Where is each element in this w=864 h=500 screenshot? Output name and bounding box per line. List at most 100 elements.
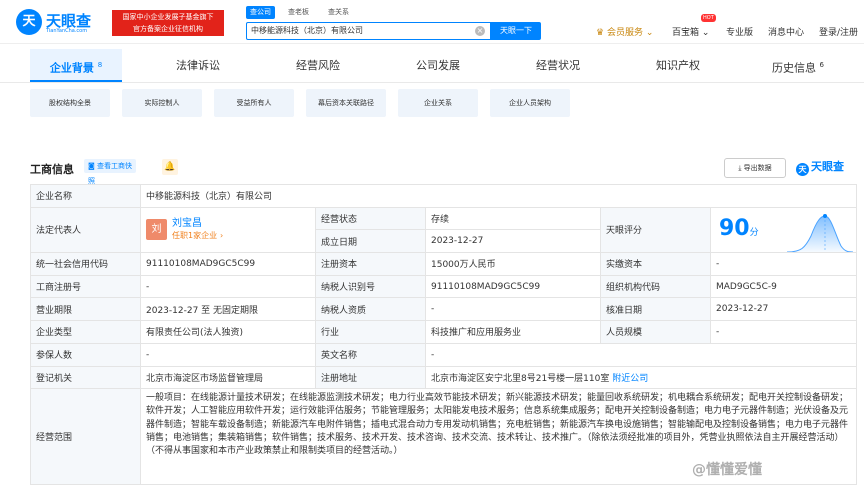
value-authority: 北京市海淀区市场监督管理局 [140, 365, 316, 390]
tab-risk[interactable]: 经营风险 [272, 49, 364, 82]
tab-label: 法律诉讼 [176, 59, 220, 72]
score-unit: 分 [749, 227, 759, 238]
crown-icon: ♛ [596, 28, 605, 38]
section-title: 工商信息 [30, 163, 74, 176]
value-staff-size: - [709, 320, 858, 344]
business-info-table: 企业名称 中移能源科技（北京）有限公司 法定代表人 刘刘宝昌任职1家企业 › 经… [30, 184, 858, 486]
clear-icon[interactable]: × [475, 26, 485, 36]
label-en-name: 英文名称 [315, 342, 426, 367]
search-tab-boss[interactable]: 查老板 [288, 6, 309, 19]
site-logo[interactable]: 天 天眼查 TianYanCha.com [16, 9, 106, 35]
table-row: 登记机关 北京市海淀区市场监督管理局 注册地址 北京市海淀区安宁北里8号21号楼… [30, 365, 858, 390]
sub-button-beneficiary[interactable]: 受益所有人 [214, 89, 294, 117]
tab-count: 6 [819, 61, 824, 69]
tab-history[interactable]: 历史信息 6 [752, 49, 844, 82]
value-insured: - [140, 342, 316, 367]
value-term: 2023-12-27 至 无固定期限 [140, 297, 316, 322]
pro-version-link[interactable]: 专业版 [726, 25, 753, 38]
tab-label: 知识产权 [656, 59, 700, 72]
tab-label: 企业背景 [49, 61, 94, 75]
vip-service-link[interactable]: ♛ 会员服务 ⌄ [596, 25, 653, 38]
value-est-date: 2023-12-27 [425, 229, 601, 254]
tab-development[interactable]: 公司发展 [392, 49, 484, 82]
logo-subtext: TianYanCha.com [46, 28, 88, 34]
tab-label: 经营风险 [296, 59, 340, 72]
label-staff-size: 人员规模 [600, 320, 711, 344]
download-icon: ⤓ [738, 164, 742, 172]
label-taxpayer: 纳税人资质 [315, 297, 426, 322]
view-snapshot-button[interactable]: ◙ 查看工商快 [84, 159, 137, 173]
value-paid-capital: - [709, 252, 858, 276]
sub-button-staff-structure[interactable]: 企业人员架构 [490, 89, 570, 117]
score-distribution-chart [787, 213, 853, 252]
login-register-link[interactable]: 登录/注册 [819, 25, 858, 38]
value-approve-date: 2023-12-27 [709, 297, 858, 322]
label-address: 注册地址 [315, 365, 426, 390]
brand-logo: 天天眼查 [796, 158, 844, 176]
label-credit-code: 统一社会信用代码 [30, 252, 141, 276]
sub-button-company-relations[interactable]: 企业关系 [398, 89, 478, 117]
label-score: 天眼评分 [600, 206, 711, 254]
promo-banner[interactable]: 国家中小企业发展子基金旗下 官方备案企业征信机构 [112, 10, 224, 36]
search-tab-company[interactable]: 查公司 [246, 6, 275, 19]
top-header: 天 天眼查 TianYanCha.com 国家中小企业发展子基金旗下 官方备案企… [0, 0, 864, 44]
search-input-value: 中移能源科技（北京）有限公司 [251, 26, 363, 35]
promo-line-1: 国家中小企业发展子基金旗下 [122, 13, 214, 21]
camera-icon: ◙ [88, 162, 95, 170]
score-number: 90 [719, 215, 750, 241]
toolbox-label: 百宝箱 [672, 28, 700, 38]
tab-count: 8 [97, 61, 103, 69]
search-tab-relation[interactable]: 查关系 [328, 6, 349, 19]
label-industry: 行业 [315, 320, 426, 344]
tab-ip[interactable]: 知识产权 [632, 49, 724, 82]
tab-operations[interactable]: 经营状况 [512, 49, 604, 82]
table-row: 企业类型 有限责任公司(法人独资) 行业 科技推广和应用服务业 人员规模 - [30, 320, 858, 344]
logo-eye-icon: 天 [16, 9, 42, 35]
main-tabs: 企业背景 8 法律诉讼 经营风险 公司发展 经营状况 知识产权 历史信息 6 [0, 49, 864, 83]
promo-line-2: 官方备案企业征信机构 [133, 25, 203, 33]
value-tax-id: 91110108MAD9GC5C99 [425, 274, 601, 299]
table-row: 工商注册号 - 纳税人识别号 91110108MAD9GC5C99 组织机构代码… [30, 274, 858, 299]
nearby-companies-link[interactable]: 附近公司 [612, 374, 648, 384]
value-reg-no: - [140, 274, 316, 299]
logo-eye-icon: 天 [796, 163, 809, 176]
label-legal-rep: 法定代表人 [30, 206, 141, 254]
search-button[interactable]: 天眼一下 [491, 22, 541, 40]
sub-button-equity-structure[interactable]: 股权结构全景 [30, 89, 110, 117]
sub-button-capital-path[interactable]: 幕后资本关联路径 [306, 89, 386, 117]
tab-label: 经营状况 [536, 59, 580, 72]
tab-label: 历史信息 [772, 61, 817, 75]
value-en-name: - [424, 342, 858, 367]
label-authority: 登记机关 [30, 365, 141, 390]
tab-company-background[interactable]: 企业背景 8 [30, 49, 122, 82]
label-status: 经营状态 [315, 206, 426, 231]
tab-legal[interactable]: 法律诉讼 [152, 49, 244, 82]
value-address: 北京市海淀区安宁北里8号21号楼一层110室 附近公司 [424, 365, 858, 390]
status-badge: 存续 [425, 206, 601, 231]
label-org-code: 组织机构代码 [600, 274, 711, 299]
value-taxpayer: - [425, 297, 601, 322]
sub-button-actual-controller[interactable]: 实际控制人 [122, 89, 202, 117]
label-term: 营业期限 [30, 297, 141, 322]
tab-label: 公司发展 [416, 59, 460, 72]
legal-rep-name-link[interactable]: 刘宝昌 [172, 218, 202, 229]
label-scope: 经营范围 [30, 388, 141, 486]
view-snapshot-label: 查看工商快 [97, 162, 133, 170]
value-score[interactable]: 90分 [709, 206, 858, 254]
message-center-link[interactable]: 消息中心 [768, 25, 804, 38]
export-data-button[interactable]: ⤓ 导出数据 [724, 158, 786, 178]
avatar: 刘 [146, 219, 167, 241]
value-credit-code: 91110108MAD9GC5C99 [140, 252, 316, 276]
chevron-right-icon: › [219, 230, 224, 240]
label-company-name: 企业名称 [30, 184, 141, 208]
value-legal-rep: 刘刘宝昌任职1家企业 › [140, 206, 316, 254]
search-input[interactable]: 中移能源科技（北京）有限公司 × [246, 22, 491, 40]
toolbox-link[interactable]: 百宝箱 ⌄ [672, 25, 709, 38]
value-company-name: 中移能源科技（北京）有限公司 [139, 184, 858, 208]
table-row: 统一社会信用代码 91110108MAD9GC5C99 注册资本 15000万人… [30, 252, 858, 276]
bell-icon[interactable]: 🔔 [162, 159, 178, 175]
legal-rep-positions-link[interactable]: 任职1家企业 [172, 231, 217, 240]
table-row: 营业期限 2023-12-27 至 无固定期限 纳税人资质 - 核准日期 202… [30, 297, 858, 322]
value-company-type: 有限责任公司(法人独资) [140, 320, 316, 344]
export-label: 导出数据 [743, 164, 772, 172]
